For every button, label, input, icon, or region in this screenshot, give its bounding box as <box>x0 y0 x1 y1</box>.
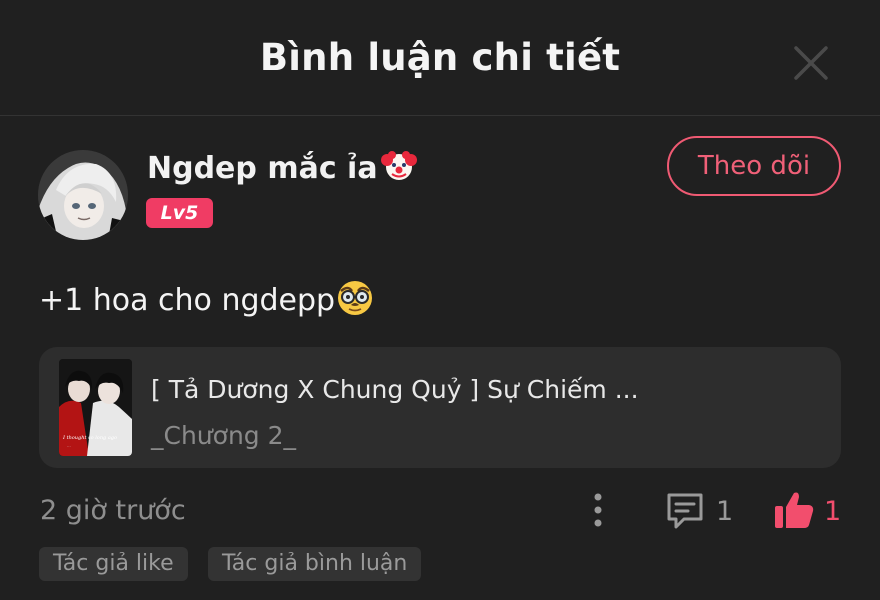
comment-text: +1 hoa cho ngdepp <box>39 277 375 318</box>
reply-count: 1 <box>716 496 734 527</box>
reply-button[interactable]: 1 <box>664 490 734 532</box>
clown-face-emoji <box>380 151 417 180</box>
level-badge: Lv5 <box>146 198 213 228</box>
more-vertical-icon <box>594 493 602 527</box>
comment-text-content: +1 hoa cho ngdepp <box>39 283 336 318</box>
story-cover-image: I thought so long ago ... <box>59 359 132 456</box>
follow-button[interactable]: Theo dõi <box>667 136 841 196</box>
page-title: Bình luận chi tiết <box>259 36 621 79</box>
more-options-button[interactable] <box>586 491 610 529</box>
svg-text:...: ... <box>67 443 71 448</box>
story-card[interactable]: I thought so long ago ... [ Tả Dương X C… <box>39 347 841 468</box>
user-name-text: Ngdep mắc ỉa <box>147 151 378 186</box>
thumbs-up-icon <box>775 492 814 528</box>
story-title: [ Tả Dương X Chung Quỷ ] Sự Chiếm ... <box>151 375 639 404</box>
svg-text:I thought so long ago: I thought so long ago <box>62 435 117 441</box>
comment-timestamp: 2 giờ trước <box>40 495 186 526</box>
story-chapter: _Chương 2_ <box>151 421 297 450</box>
like-button[interactable]: 1 <box>772 488 842 532</box>
like-count: 1 <box>824 496 842 527</box>
author-liked-tag: Tác giả like <box>39 547 188 581</box>
avatar[interactable] <box>38 150 128 240</box>
user-name[interactable]: Ngdep mắc ỉa <box>147 148 419 186</box>
close-icon <box>794 46 828 80</box>
header-bar: Bình luận chi tiết <box>0 0 880 116</box>
author-commented-tag: Tác giả bình luận <box>208 547 422 581</box>
disguised-face-emoji <box>338 281 373 315</box>
avatar-image <box>38 150 128 240</box>
comment-icon <box>667 493 703 529</box>
close-button[interactable] <box>788 40 834 86</box>
